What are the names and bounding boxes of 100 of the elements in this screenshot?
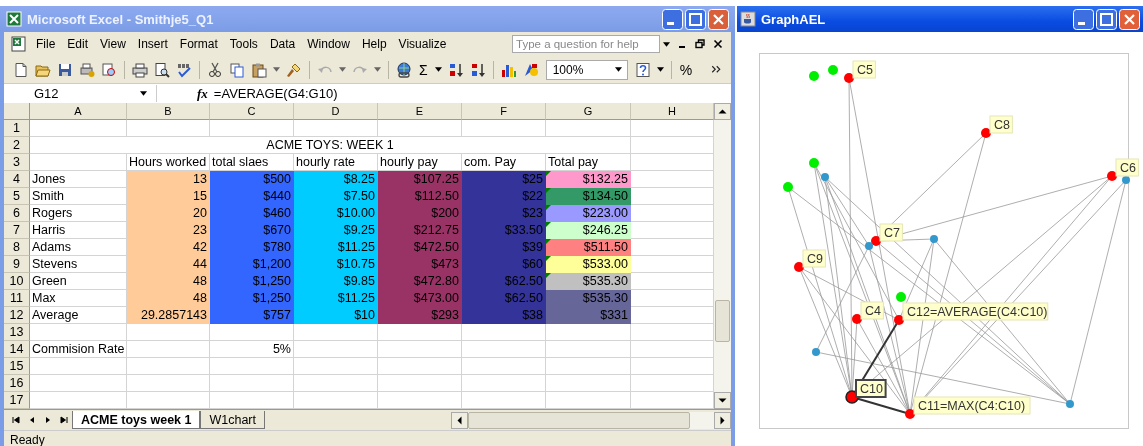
column-header[interactable]: D bbox=[294, 103, 378, 120]
graph-node[interactable] bbox=[905, 409, 915, 419]
node-label[interactable]: C6 bbox=[1115, 158, 1139, 177]
new-file-icon[interactable] bbox=[13, 61, 29, 78]
print-icon[interactable] bbox=[132, 61, 148, 78]
scrollbar-thumb[interactable] bbox=[468, 411, 690, 429]
graph-node[interactable] bbox=[852, 314, 862, 324]
menu-item[interactable]: File bbox=[30, 35, 62, 53]
node-label[interactable]: C10 bbox=[855, 379, 887, 398]
column-header[interactable]: G bbox=[546, 103, 631, 120]
print-preview-icon[interactable] bbox=[154, 61, 170, 78]
graph-node[interactable] bbox=[844, 73, 854, 83]
sort-descending-icon[interactable] bbox=[469, 61, 486, 78]
menu-item[interactable]: Visualize bbox=[392, 35, 453, 53]
menu-item[interactable]: Edit bbox=[61, 35, 95, 53]
row-header[interactable]: 1 bbox=[4, 120, 30, 137]
graph-node[interactable] bbox=[1066, 400, 1074, 408]
permission-icon[interactable] bbox=[79, 61, 95, 78]
first-sheet-icon[interactable] bbox=[10, 414, 22, 426]
graph-node[interactable] bbox=[794, 262, 804, 272]
close-icon[interactable] bbox=[713, 39, 723, 49]
last-sheet-icon[interactable] bbox=[58, 414, 70, 426]
menu-item[interactable]: View bbox=[94, 35, 132, 53]
row-header[interactable]: 7 bbox=[4, 222, 30, 239]
save-icon[interactable] bbox=[57, 61, 73, 78]
format-painter-icon[interactable] bbox=[286, 61, 302, 78]
hyperlink-icon[interactable] bbox=[396, 61, 412, 78]
row-header[interactable]: 8 bbox=[4, 239, 30, 256]
name-box[interactable]: G12 bbox=[4, 85, 157, 102]
graph-node[interactable] bbox=[1107, 171, 1117, 181]
caret-icon[interactable] bbox=[656, 67, 664, 72]
graph-node[interactable] bbox=[871, 236, 881, 246]
row-header[interactable]: 16 bbox=[4, 375, 30, 392]
zoom-dropdown[interactable]: 100% bbox=[545, 59, 628, 80]
node-label[interactable]: C9 bbox=[802, 249, 826, 268]
row-header[interactable]: 11 bbox=[4, 290, 30, 307]
graph-node[interactable] bbox=[981, 128, 991, 138]
node-label[interactable]: C7 bbox=[879, 223, 903, 242]
row-header[interactable]: 5 bbox=[4, 188, 30, 205]
row-header[interactable]: 12 bbox=[4, 307, 30, 324]
row-header[interactable]: 4 bbox=[4, 171, 30, 188]
graph-node[interactable] bbox=[865, 242, 873, 250]
graph-node[interactable] bbox=[894, 315, 904, 325]
scrollbar-thumb[interactable] bbox=[715, 300, 730, 342]
cut-icon[interactable] bbox=[207, 61, 223, 78]
copy-icon[interactable] bbox=[229, 61, 245, 78]
graph-node[interactable] bbox=[821, 173, 829, 181]
row-header[interactable]: 6 bbox=[4, 205, 30, 222]
caret-icon[interactable] bbox=[434, 67, 442, 72]
vertical-scrollbar[interactable] bbox=[714, 103, 731, 409]
menu-item[interactable]: Insert bbox=[131, 35, 174, 53]
sheet-tab[interactable]: W1chart bbox=[200, 411, 265, 429]
percent-button[interactable]: % bbox=[675, 61, 697, 78]
maximize-icon[interactable] bbox=[1096, 8, 1117, 30]
restore-icon[interactable] bbox=[695, 39, 705, 49]
node-label[interactable]: C12=AVERAGE(C4:C10) bbox=[902, 302, 1049, 321]
autosum-button[interactable]: Σ bbox=[415, 61, 432, 78]
graph-node[interactable] bbox=[809, 71, 819, 81]
help-icon[interactable] bbox=[634, 61, 651, 78]
scroll-down-icon[interactable] bbox=[714, 392, 731, 409]
maximize-icon[interactable] bbox=[685, 8, 706, 30]
spelling-icon[interactable] bbox=[176, 61, 192, 78]
column-header[interactable]: A bbox=[30, 103, 127, 120]
paste-icon[interactable] bbox=[251, 61, 267, 78]
horizontal-scrollbar[interactable] bbox=[451, 411, 731, 429]
graph-node[interactable] bbox=[828, 65, 838, 75]
menu-item[interactable]: Tools bbox=[223, 35, 264, 53]
menu-item[interactable]: Help bbox=[355, 35, 393, 53]
row-header[interactable]: 2 bbox=[4, 137, 30, 154]
menu-item[interactable]: Window bbox=[301, 35, 356, 53]
row-header[interactable]: 9 bbox=[4, 256, 30, 273]
graph-node[interactable] bbox=[809, 158, 819, 168]
formula-field[interactable]: =AVERAGE(G4:G10) bbox=[213, 86, 338, 101]
column-header[interactable]: F bbox=[462, 103, 546, 120]
column-header[interactable]: B bbox=[127, 103, 210, 120]
row-header[interactable]: 13 bbox=[4, 324, 30, 341]
node-label[interactable]: C4 bbox=[860, 301, 884, 320]
research-icon[interactable] bbox=[101, 61, 117, 78]
row-header[interactable]: 10 bbox=[4, 273, 30, 290]
scroll-left-icon[interactable] bbox=[451, 411, 468, 429]
graph-node[interactable] bbox=[812, 348, 820, 356]
row-header[interactable]: 17 bbox=[4, 392, 30, 409]
help-search-field[interactable]: Type a question for help bbox=[512, 35, 660, 53]
row-header[interactable]: 3 bbox=[4, 154, 30, 171]
row-header[interactable]: 15 bbox=[4, 358, 30, 375]
column-header[interactable]: C bbox=[210, 103, 294, 120]
menu-item[interactable]: Data bbox=[263, 35, 302, 53]
graph-node[interactable] bbox=[1122, 176, 1130, 184]
function-button[interactable]: fx bbox=[197, 85, 208, 102]
sort-ascending-icon[interactable] bbox=[447, 61, 464, 78]
node-label[interactable]: C5 bbox=[852, 60, 876, 79]
menu-item[interactable]: Format bbox=[173, 35, 224, 53]
graph-node[interactable] bbox=[783, 182, 793, 192]
spreadsheet-icon[interactable] bbox=[11, 36, 27, 52]
caret-icon[interactable] bbox=[663, 41, 670, 47]
sheet-tab[interactable]: ACME toys week 1 bbox=[72, 411, 201, 429]
column-header[interactable]: E bbox=[378, 103, 462, 120]
scroll-up-icon[interactable] bbox=[714, 103, 731, 120]
drawing-icon[interactable] bbox=[522, 61, 539, 78]
row-header[interactable]: 14 bbox=[4, 341, 30, 358]
